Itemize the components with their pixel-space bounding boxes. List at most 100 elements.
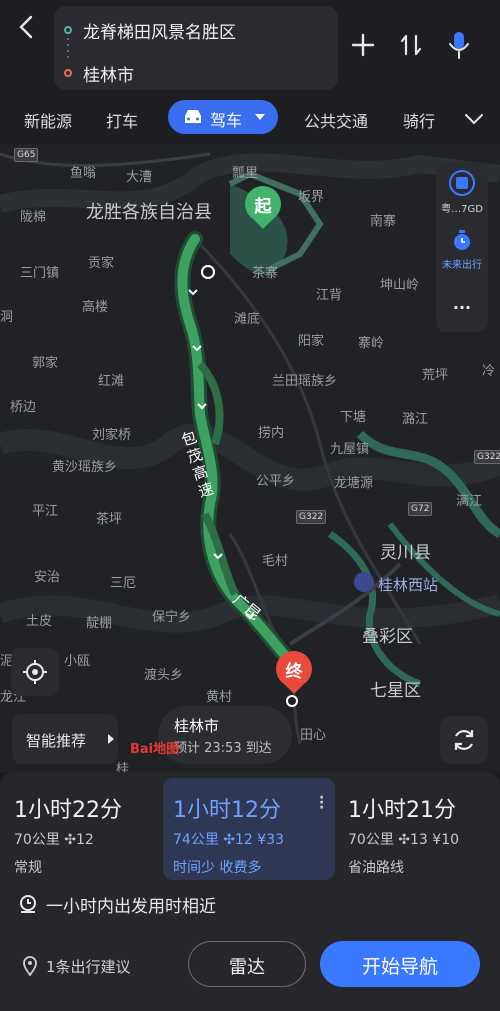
end-marker-label: 终: [285, 662, 303, 682]
microphone-icon[interactable]: [446, 30, 472, 60]
end-marker[interactable]: 终: [276, 651, 312, 695]
route-tag: 常规: [14, 860, 42, 876]
road-shield-g322: G322: [474, 450, 500, 464]
tab-cycling[interactable]: 骑行: [403, 108, 435, 132]
map-place: 鱼嗡: [70, 166, 97, 181]
map-place: 荒坪: [422, 368, 449, 383]
map-place: 漓江: [456, 494, 483, 509]
train-station-icon: [354, 572, 374, 592]
map-place: 九屋镇: [330, 442, 370, 457]
map-place: 龙塘源: [334, 476, 374, 491]
road-shield-g322: G322: [296, 510, 327, 524]
map-place: 郭家: [32, 356, 59, 371]
back-icon[interactable]: [14, 14, 40, 40]
road-shield-g72: G72: [408, 502, 433, 516]
map-place: 黄沙瑶族乡: [52, 460, 118, 475]
map-place: 陇棉: [20, 210, 47, 225]
locate-button[interactable]: [11, 648, 59, 696]
map-place: 冷: [482, 364, 496, 379]
start-marker-label: 起: [254, 197, 272, 217]
map-place: 南寨: [370, 214, 397, 229]
route-time: 1小时12分: [173, 798, 281, 823]
timer-icon[interactable]: [450, 228, 474, 252]
route-input-box[interactable]: 龙脊梯田风景名胜区 桂林市: [54, 6, 338, 90]
destination-field[interactable]: 桂林市: [83, 61, 134, 86]
route-connector: [67, 38, 69, 62]
map-tools-panel: 粤…7GD 未来出行 ···: [436, 162, 488, 332]
tab-drive[interactable]: 驾车: [168, 100, 278, 134]
map-place: 瓢里: [232, 166, 259, 181]
route-tag: 省油路线: [348, 860, 404, 876]
tab-new-energy[interactable]: 新能源: [24, 108, 72, 132]
add-waypoint-icon[interactable]: [350, 32, 376, 58]
radar-label: 雷达: [229, 957, 265, 978]
map-view[interactable]: G65 G322 G322 G72 龙胜各族自治县 灵川县 叠彩区 七星区 桂林…: [0, 144, 500, 772]
map-place: 毛村: [262, 554, 289, 569]
map-place: 红滩: [98, 374, 125, 389]
map-place: 茶坪: [96, 512, 123, 527]
map-place: 渡头乡: [144, 668, 184, 683]
clock-icon: [20, 895, 36, 913]
route-time: 1小时22分: [14, 798, 122, 823]
route-distance: 70公里 ✣13 ¥10: [348, 832, 460, 848]
map-place: 洞: [0, 310, 14, 325]
map-place: 兰田瑶族乡: [272, 374, 338, 389]
car-icon: [185, 110, 201, 123]
tab-taxi[interactable]: 打车: [106, 108, 138, 132]
route-option-fastest[interactable]: 1小时12分 74公里 ✣12 ¥33 时间少 收费多 · · ·: [163, 778, 335, 880]
map-place: 公平乡: [256, 474, 296, 489]
more-options-icon[interactable]: ···: [436, 298, 488, 317]
map-place: 高楼: [82, 300, 109, 315]
map-place: 桂: [116, 762, 130, 772]
map-place: 贡家: [88, 256, 115, 271]
route-more-icon[interactable]: · · ·: [319, 791, 324, 815]
road-badge-label[interactable]: 粤…7GD: [436, 200, 488, 215]
future-travel-label[interactable]: 未来出行: [436, 256, 488, 271]
map-place: 桥边: [10, 400, 37, 415]
map-place: 江背: [316, 288, 343, 303]
map-place: 刘家桥: [92, 428, 132, 443]
route-tag: 时间少 收费多: [173, 860, 262, 876]
travel-suggestion-link[interactable]: 1条出行建议: [46, 956, 131, 977]
destination-dot-icon: [64, 69, 72, 77]
bubble-city: 桂林市: [174, 717, 220, 735]
map-place: 保宁乡: [152, 610, 192, 625]
map-place: 潞江: [402, 412, 429, 427]
map-place: 坂界: [298, 190, 325, 205]
refresh-icon: [454, 730, 474, 750]
departure-tip: 一小时内出发用时相近: [46, 897, 216, 917]
travel-mode-tabs: 新能源 打车 驾车 公共交通 骑行: [0, 98, 500, 144]
road-condition-icon[interactable]: [449, 170, 475, 196]
map-label-station[interactable]: 桂林西站: [378, 574, 438, 595]
location-pin-icon: [23, 956, 37, 976]
smart-recommend-button[interactable]: 智能推荐: [12, 714, 118, 764]
map-place: 安治: [34, 570, 61, 585]
tab-public-transit[interactable]: 公共交通: [304, 108, 368, 132]
expand-modes-icon[interactable]: [464, 112, 484, 126]
start-marker[interactable]: 起: [245, 186, 281, 230]
map-place: 大漕: [126, 170, 153, 185]
start-navigation-button[interactable]: 开始导航: [320, 941, 480, 987]
map-label-diecai: 叠彩区: [362, 627, 413, 647]
traffic-light-icon: ✣: [223, 832, 236, 848]
route-distance: 74公里 ✣12 ¥33: [173, 832, 285, 848]
map-place: 田心: [300, 728, 327, 743]
traffic-light-icon: ✣: [398, 832, 411, 848]
swap-icon[interactable]: [398, 32, 424, 58]
map-label-county: 龙胜各族自治县: [86, 202, 212, 223]
map-place: 三厄: [110, 576, 137, 591]
route-time: 1小时21分: [348, 798, 456, 823]
map-place: 土皮: [26, 614, 53, 629]
start-navigation-label: 开始导航: [361, 956, 438, 978]
refresh-button[interactable]: [440, 716, 488, 764]
map-place: 捞内: [258, 426, 285, 441]
caret-right-icon: [108, 734, 114, 744]
radar-button[interactable]: 雷达: [188, 941, 306, 987]
route-distance: 70公里 ✣12: [14, 832, 94, 848]
route-option-regular[interactable]: 1小时22分 70公里 ✣12 常规: [0, 778, 166, 880]
route-option-fuel-saving[interactable]: 1小时21分 70公里 ✣13 ¥10 省油路线: [334, 778, 500, 880]
tab-drive-label: 驾车: [210, 111, 243, 130]
origin-dot-icon: [64, 26, 72, 34]
origin-field[interactable]: 龙脊梯田风景名胜区: [83, 18, 236, 43]
traffic-light-icon: ✣: [64, 832, 77, 848]
